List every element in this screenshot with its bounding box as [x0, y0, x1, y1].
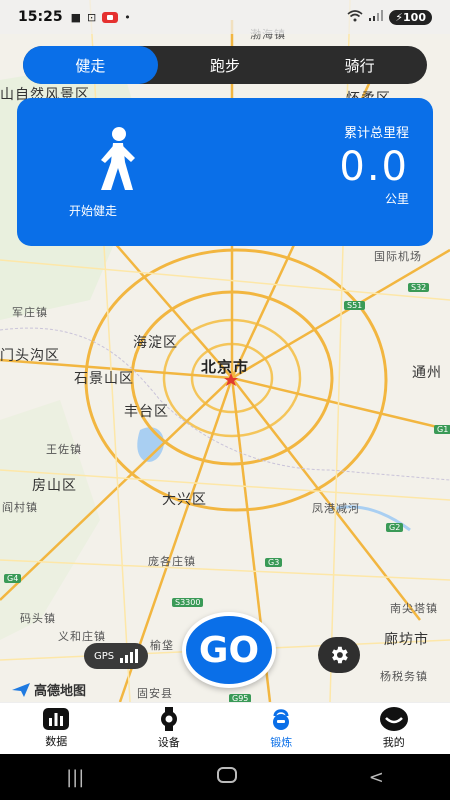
road-badge: S32	[408, 283, 430, 292]
home-icon[interactable]	[216, 766, 237, 788]
status-time: 15:25	[18, 9, 63, 25]
road-badge: G3	[265, 558, 283, 567]
tab-walk[interactable]: 健走	[23, 46, 158, 84]
map-label-pangezhuang: 庞各庄镇	[148, 555, 196, 568]
status-bar: 15:25 ■ ⊡ • ⚡100	[0, 0, 450, 34]
map-label-fangshan: 房山区	[32, 478, 77, 494]
road-badge: G1	[434, 425, 450, 434]
notification-icon: ■	[70, 10, 81, 24]
map-label-wangzuo: 王佐镇	[46, 443, 82, 456]
kettlebell-icon	[273, 709, 290, 730]
amap-logo: 高德地图	[12, 680, 86, 699]
map-label-daxing: 大兴区	[162, 492, 207, 508]
walking-person-icon[interactable]	[89, 126, 143, 196]
map-label-tongzhou: 通州	[412, 365, 442, 381]
map-label-beijing: 北京市	[201, 358, 250, 376]
total-distance-label: 累计总里程	[343, 126, 409, 141]
gps-status: GPS	[84, 643, 149, 669]
road-badge: G95	[229, 694, 252, 702]
tab-run[interactable]: 跑步	[158, 46, 293, 84]
stats-card: 开始健走 累计总里程 0.0 公里	[17, 98, 433, 246]
map-label-nanjianta: 南尖塔镇	[390, 602, 438, 615]
signal-icon	[369, 10, 384, 24]
system-nav-bar: ||| <	[0, 754, 450, 800]
nav-item-device[interactable]: 设备	[113, 703, 226, 754]
map-label-shijingshan: 石景山区	[74, 371, 134, 387]
map-label-mentougou: 门头沟区	[0, 348, 60, 364]
nav-label-data: 数据	[45, 735, 68, 748]
road-badge: G2	[386, 523, 404, 532]
map-label-jiacun: 阎村镇	[2, 501, 38, 514]
nav-item-me[interactable]: 我的	[338, 703, 450, 754]
map-label-haidian: 海淀区	[133, 335, 178, 351]
wifi-icon	[347, 9, 363, 25]
back-icon[interactable]: <	[369, 767, 384, 788]
map-label-yihezhuang: 义和庄镇	[58, 630, 106, 643]
screen-record-icon	[102, 11, 119, 23]
go-button[interactable]: GO	[182, 612, 276, 688]
settings-button[interactable]	[318, 637, 360, 673]
map-label-yanglingwu: 杨税务镇	[380, 670, 428, 683]
nav-item-exercise[interactable]: 锻炼	[225, 703, 338, 754]
mode-tabs: 健走 跑步 骑行	[23, 46, 427, 84]
map-label-fengheli: 凤港减河	[312, 502, 360, 515]
tab-cycle[interactable]: 骑行	[292, 46, 427, 84]
distance-unit: 公里	[384, 192, 409, 206]
amap-arrow-icon	[12, 682, 30, 697]
smiley-icon	[379, 707, 408, 731]
nav-label-me: 我的	[382, 736, 405, 749]
map-label-guan: 固安县	[137, 687, 173, 700]
recent-apps-icon[interactable]: |||	[66, 767, 84, 788]
map-label-langfang: 廊坊市	[384, 632, 429, 648]
gps-signal-icon	[120, 649, 139, 663]
nav-label-exercise: 锻炼	[270, 736, 293, 749]
battery-level: 100	[403, 10, 426, 24]
map-label-fengtai: 丰台区	[124, 404, 169, 420]
road-badge: G4	[4, 574, 22, 583]
map-label-junzhuang: 军庄镇	[12, 306, 48, 319]
start-walk-label[interactable]: 开始健走	[69, 202, 117, 219]
bottom-nav: 数据 设备 锻炼 我的	[0, 702, 450, 754]
nav-item-data[interactable]: 数据	[0, 703, 113, 754]
status-right-icons: ⚡100	[347, 9, 432, 25]
battery-indicator: ⚡100	[389, 9, 432, 25]
map-label-matouzhen: 码头镇	[20, 612, 56, 625]
map-label-airport: 国际机场	[374, 250, 422, 263]
total-distance-value: 0.0	[339, 144, 409, 190]
road-badge: S51	[344, 301, 366, 310]
amap-text: 高德地图	[34, 684, 87, 699]
more-dot-icon: •	[124, 10, 131, 24]
gps-label: GPS	[94, 650, 115, 662]
status-left-icons: ■ ⊡ •	[71, 11, 131, 24]
bar-chart-icon	[43, 708, 70, 730]
road-badge: S3300	[172, 598, 204, 607]
screenshot-icon: ⊡	[86, 10, 97, 24]
gear-icon	[332, 646, 348, 664]
map-label-yuzhen: 榆垡	[150, 639, 174, 652]
watch-icon	[160, 707, 177, 731]
nav-label-device: 设备	[157, 736, 180, 749]
